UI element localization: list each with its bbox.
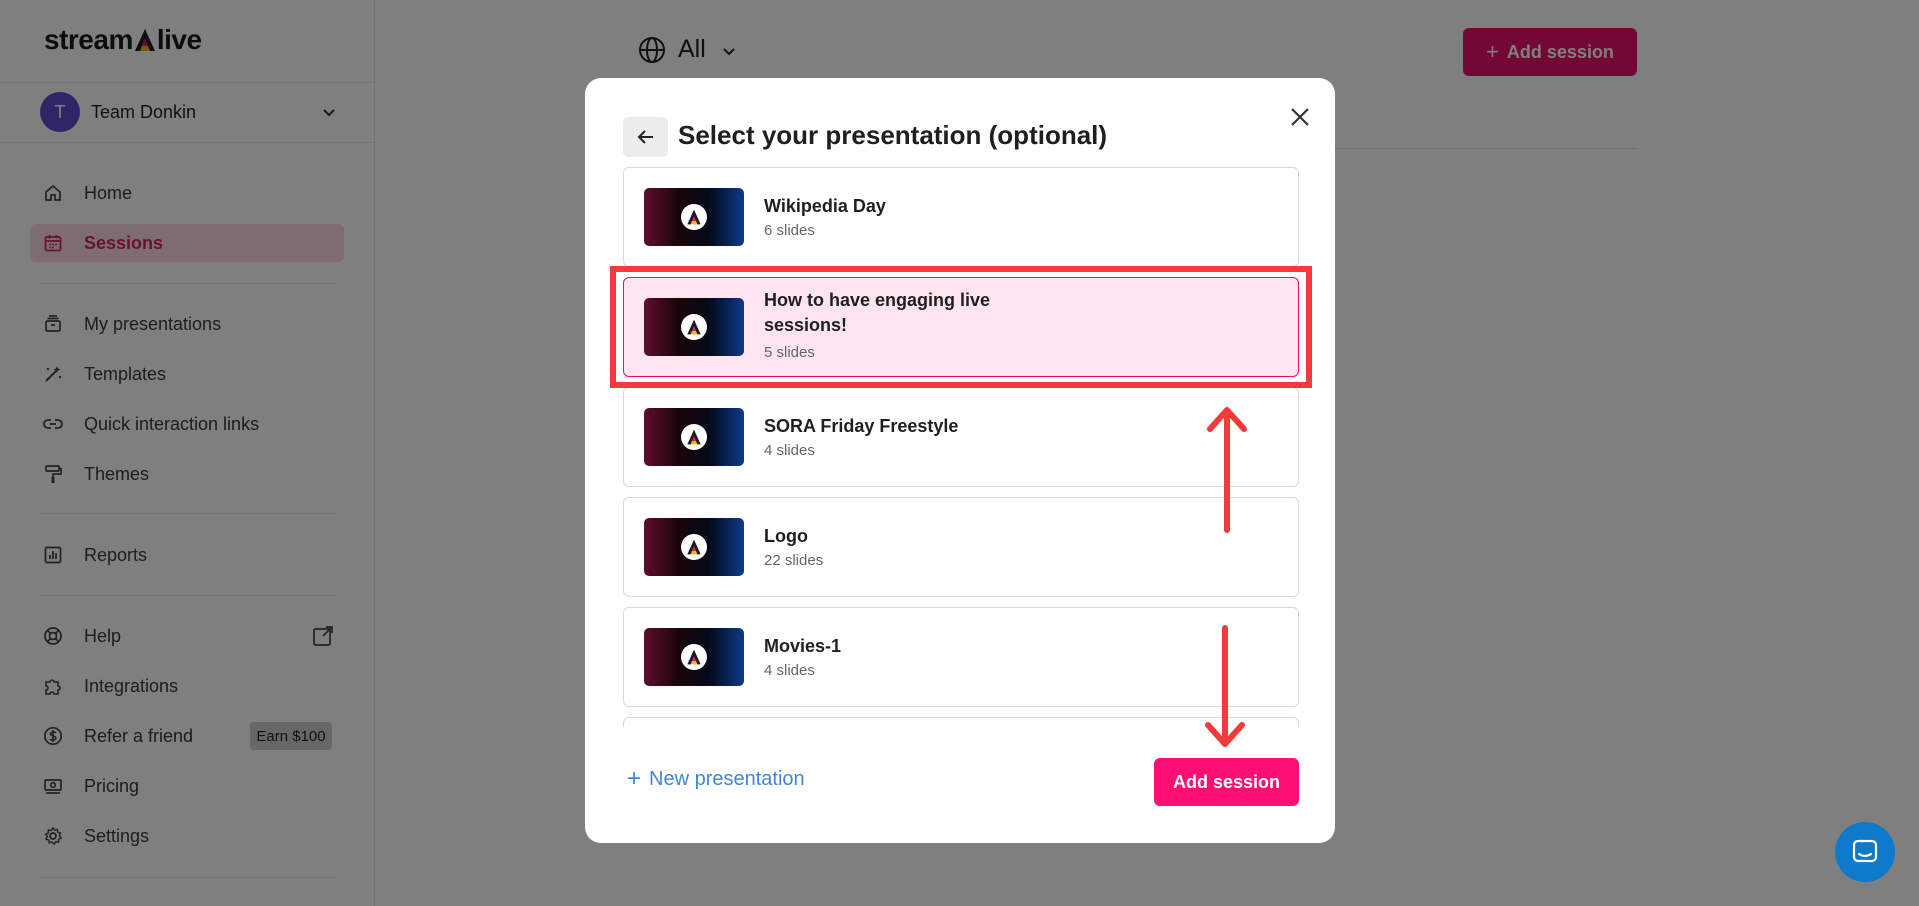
- presentation-item[interactable]: Logo 22 slides: [623, 497, 1299, 597]
- annotation-arrow-down: [1205, 625, 1245, 747]
- presentation-slide-count: 4 slides: [764, 442, 815, 459]
- presentation-title: Movies-1: [764, 636, 842, 656]
- presentation-thumbnail: [644, 518, 744, 576]
- modal-title: Select your presentation (optional): [678, 120, 1108, 150]
- presentation-title: Logo: [764, 526, 808, 546]
- presentation-title: Wikipedia Day: [764, 196, 886, 216]
- presentation-title: SORA Friday Freestyle: [764, 416, 959, 436]
- highlight-annotation-box: [610, 266, 1312, 388]
- presentation-thumbnail: [644, 408, 744, 466]
- close-button[interactable]: [1285, 102, 1315, 132]
- presentation-item-partial[interactable]: [623, 717, 1299, 727]
- presentation-item[interactable]: SORA Friday Freestyle 4 slides: [623, 387, 1299, 487]
- presentation-slide-count: 22 slides: [764, 552, 824, 569]
- new-presentation-link[interactable]: + New presentation: [627, 765, 805, 793]
- presentation-list[interactable]: Wikipedia Day 6 slides How to have engag…: [623, 167, 1299, 727]
- presentation-slide-count: 4 slides: [764, 662, 815, 679]
- chat-icon: [1852, 839, 1878, 863]
- annotation-arrow-up: [1207, 407, 1247, 533]
- logo-a-icon: [687, 649, 701, 665]
- logo-a-icon: [687, 209, 701, 225]
- presentation-item[interactable]: Movies-1 4 slides: [623, 607, 1299, 707]
- logo-a-icon: [687, 539, 701, 555]
- presentation-item[interactable]: Wikipedia Day 6 slides: [623, 167, 1299, 267]
- plus-icon: +: [627, 765, 642, 792]
- back-button[interactable]: [623, 117, 668, 157]
- logo-a-icon: [687, 429, 701, 445]
- presentation-thumbnail: [644, 628, 744, 686]
- modal-add-session-button[interactable]: Add session: [1154, 758, 1299, 806]
- presentation-slide-count: 6 slides: [764, 222, 815, 239]
- presentation-thumbnail: [644, 188, 744, 246]
- new-presentation-label: New presentation: [649, 767, 805, 790]
- chat-launcher-button[interactable]: [1835, 822, 1895, 882]
- arrow-left-icon: [637, 130, 653, 144]
- close-icon: [1291, 108, 1309, 126]
